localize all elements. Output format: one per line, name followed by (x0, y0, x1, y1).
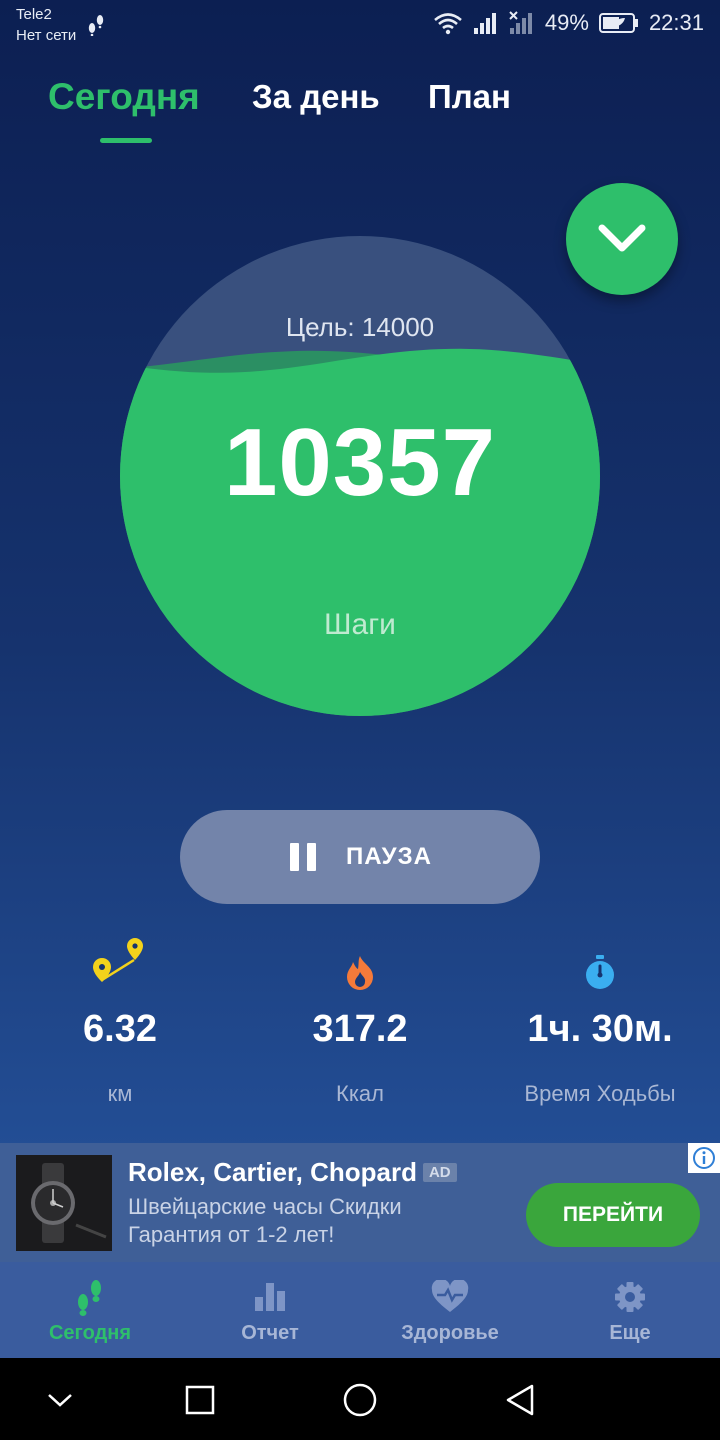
battery-percent: 49% (544, 10, 589, 35)
no-signal-icon (509, 11, 532, 34)
flame-icon (347, 956, 373, 990)
bar-chart-icon (255, 1283, 285, 1311)
nav-more-label: Еще (609, 1322, 651, 1344)
wifi-icon (434, 13, 462, 35)
steps-label: Шаги (324, 608, 396, 641)
carrier-info: Tele2 Нет сети (16, 4, 76, 46)
gear-icon (615, 1282, 645, 1312)
ad-description-line: Швейцарские часы Скидки (128, 1194, 402, 1219)
ad-cta-button[interactable]: ПЕРЕЙТИ (526, 1183, 700, 1247)
walk-time-label: Время Ходьбы (524, 1081, 676, 1106)
collapse-button[interactable] (566, 183, 678, 295)
hide-keyboard-button[interactable] (38, 1378, 82, 1422)
bottom-navigation: Сегодня Отчет Здоровье Еще (0, 1262, 720, 1358)
back-button[interactable] (498, 1378, 542, 1422)
calories-label: Ккал (336, 1081, 384, 1106)
distance-label: км (107, 1081, 133, 1106)
step-notification-icon (88, 15, 104, 36)
nav-health[interactable]: Здоровье (360, 1262, 540, 1358)
step-progress-circle: Цель: 14000 10357 Шаги (120, 236, 600, 716)
stat-walk-time: 1ч. 30м. Время Ходьбы (480, 940, 720, 1107)
tab-day[interactable]: За день (252, 78, 380, 116)
stat-distance: 6.32 км (0, 938, 240, 1107)
nav-more[interactable]: Еще (540, 1262, 720, 1358)
active-tab-indicator (100, 138, 152, 143)
square-icon (185, 1385, 215, 1415)
system-navigation-bar (0, 1358, 720, 1440)
pause-button[interactable]: ПАУЗА (180, 810, 540, 904)
recents-button[interactable] (178, 1378, 222, 1422)
ad-watch-image[interactable] (16, 1155, 112, 1251)
route-pin-icon (93, 938, 143, 982)
pause-icon (290, 843, 317, 871)
status-icons: 49% 22:31 (433, 10, 704, 36)
network-status: Нет сети (16, 27, 77, 44)
tab-today[interactable]: Сегодня (48, 76, 200, 118)
calories-value: 317.2 (312, 1008, 408, 1050)
nav-today[interactable]: Сегодня (0, 1262, 180, 1358)
heart-pulse-icon (431, 1280, 469, 1312)
ad-info-button[interactable] (688, 1143, 720, 1173)
battery-icon (598, 13, 638, 33)
clock: 22:31 (648, 10, 704, 35)
chevron-down-icon (598, 224, 646, 252)
watch-icon (16, 1155, 112, 1251)
home-button[interactable] (338, 1378, 382, 1422)
ad-banner[interactable]: Rolex, Cartier, Chopard AD Швейцарские ча… (0, 1143, 720, 1262)
goal-label: Цель: 14000 (285, 312, 435, 342)
nav-report-label: Отчет (241, 1322, 299, 1344)
signal-icon (473, 13, 496, 34)
carrier-name: Tele2 (16, 6, 52, 23)
back-triangle-icon (506, 1384, 534, 1416)
top-tabs: Сегодня За день План (0, 74, 720, 154)
status-bar: Tele2 Нет сети 49% 22:31 (0, 0, 720, 52)
ad-title-text: Rolex, Cartier, Chopard (128, 1157, 417, 1187)
step-count: 10357 (224, 409, 496, 516)
ad-badge: AD (422, 1163, 457, 1182)
stopwatch-icon (586, 955, 614, 989)
ad-description: Швейцарские часы Скидки Гарантия от 1-2 … (128, 1193, 508, 1249)
info-icon (693, 1147, 715, 1169)
nav-today-label: Сегодня (48, 1322, 132, 1344)
pause-label: ПАУЗА (346, 843, 432, 870)
nav-report[interactable]: Отчет (180, 1262, 360, 1358)
chevron-down-icon (48, 1394, 72, 1407)
distance-value: 6.32 (83, 1008, 157, 1050)
ad-description-line: Гарантия от 1-2 лет! (128, 1222, 335, 1247)
circle-icon (343, 1383, 377, 1417)
stat-calories: 317.2 Ккал (240, 940, 480, 1107)
tab-plan[interactable]: План (428, 78, 511, 116)
footsteps-icon (78, 1280, 101, 1316)
nav-health-label: Здоровье (401, 1322, 499, 1344)
ad-title[interactable]: Rolex, Cartier, Chopard AD (128, 1157, 457, 1188)
walk-time-value: 1ч. 30м. (527, 1008, 673, 1050)
